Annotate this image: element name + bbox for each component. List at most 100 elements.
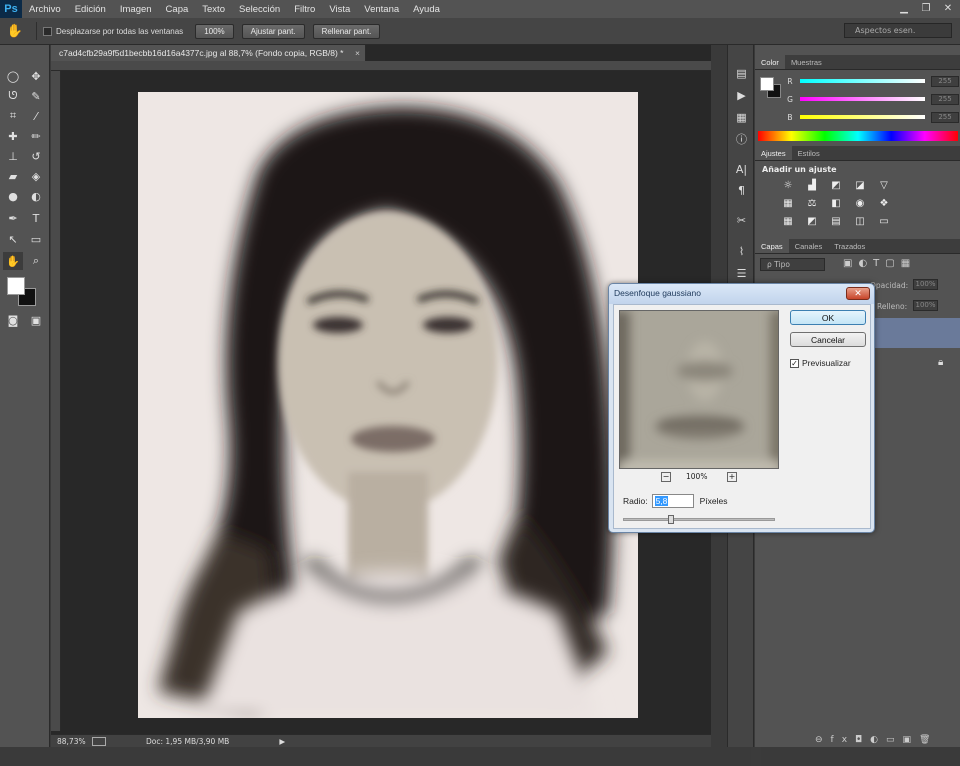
- history-panel-icon[interactable]: ▤: [733, 65, 750, 82]
- minimize-icon[interactable]: ▁: [896, 1, 912, 15]
- menu-ventana[interactable]: Ventana: [357, 4, 406, 15]
- menu-texto[interactable]: Texto: [195, 4, 232, 15]
- green-slider[interactable]: [800, 97, 925, 101]
- layer-filter-icons[interactable]: ▣◐T▢▦: [843, 258, 916, 269]
- channel-mixer-icon[interactable]: ❖: [876, 196, 892, 210]
- tab-channels[interactable]: Canales: [789, 239, 829, 253]
- zoom-out-button[interactable]: −: [661, 472, 671, 482]
- radius-slider-thumb[interactable]: [668, 515, 674, 524]
- radius-input[interactable]: 5,8: [651, 494, 694, 508]
- red-value[interactable]: 255: [931, 75, 959, 87]
- hue-saturation-icon[interactable]: ▦: [780, 196, 796, 210]
- menu-seleccion[interactable]: Selección: [232, 4, 287, 15]
- move-tool-icon[interactable]: ✥: [26, 67, 46, 85]
- paint-bucket-icon[interactable]: ◈: [26, 167, 46, 185]
- tab-color[interactable]: Color: [755, 55, 785, 69]
- hand-tool-icon[interactable]: ✋: [0, 18, 30, 45]
- eraser-icon[interactable]: ▰: [3, 167, 23, 185]
- red-slider[interactable]: [800, 79, 925, 83]
- menu-imagen[interactable]: Imagen: [113, 4, 159, 15]
- zoom-tool-icon[interactable]: ⌕: [26, 252, 46, 270]
- menu-archivo[interactable]: Archivo: [22, 4, 68, 15]
- exposure-icon[interactable]: ◪: [852, 178, 868, 192]
- blue-value[interactable]: 255: [931, 111, 959, 123]
- restore-icon[interactable]: ❐: [918, 1, 934, 15]
- zoom-in-button[interactable]: +: [727, 472, 737, 482]
- hand-tool-icon[interactable]: ✋: [3, 252, 23, 270]
- close-icon[interactable]: ✕: [940, 1, 956, 15]
- color-foreground-swatch[interactable]: [760, 77, 774, 91]
- crop-tool-icon[interactable]: ⌗: [3, 107, 23, 125]
- workspace-selector[interactable]: Aspectos esen.: [844, 23, 952, 38]
- marquee-tool-icon[interactable]: ◯: [3, 67, 23, 85]
- preview-checkbox[interactable]: ✓: [790, 358, 799, 368]
- layer-footer-icons[interactable]: ⊖fx◘◐▭▣🗑︎: [815, 735, 938, 745]
- paragraph-panel-icon[interactable]: ¶: [733, 182, 750, 199]
- gradient-map-icon[interactable]: ▭: [876, 214, 892, 228]
- status-icon[interactable]: [92, 736, 106, 746]
- preview-checkbox-row[interactable]: ✓ Previsualizar: [790, 358, 851, 368]
- radius-slider[interactable]: [623, 515, 775, 524]
- brush-tool-icon[interactable]: ✏: [26, 127, 46, 145]
- color-spectrum[interactable]: [758, 131, 958, 141]
- color-balance-icon[interactable]: ⚖: [804, 196, 820, 210]
- cancel-button[interactable]: Cancelar: [790, 332, 866, 347]
- ok-button[interactable]: OK: [790, 310, 866, 325]
- black-white-icon[interactable]: ◧: [828, 196, 844, 210]
- layer-filter-select[interactable]: ρ Tipo: [760, 258, 825, 271]
- document-canvas[interactable]: [138, 92, 638, 718]
- tab-layers[interactable]: Capas: [755, 239, 789, 253]
- tab-swatches[interactable]: Muestras: [785, 55, 828, 69]
- foreground-color-swatch[interactable]: [7, 277, 25, 295]
- tool-presets-icon[interactable]: ✂: [733, 212, 750, 229]
- screen-mode-icon[interactable]: ▣: [26, 311, 46, 329]
- fill-value[interactable]: 100%: [913, 300, 938, 311]
- path-select-icon[interactable]: ↖: [3, 230, 23, 248]
- menu-capa[interactable]: Capa: [159, 4, 196, 15]
- invert-icon[interactable]: ◩: [804, 214, 820, 228]
- brightness-icon[interactable]: ☼: [780, 178, 796, 192]
- blue-slider[interactable]: [800, 115, 925, 119]
- zoom-level[interactable]: 88,73%: [57, 737, 92, 746]
- curves-icon[interactable]: ◩: [828, 178, 844, 192]
- blur-tool-icon[interactable]: ●: [3, 187, 23, 205]
- tab-adjustments[interactable]: Ajustes: [755, 146, 792, 160]
- dodge-tool-icon[interactable]: ◐: [26, 187, 46, 205]
- healing-brush-icon[interactable]: ✚: [3, 127, 23, 145]
- quick-mask-icon[interactable]: ◙: [3, 311, 23, 329]
- menu-vista[interactable]: Vista: [322, 4, 357, 15]
- pen-tool-icon[interactable]: ✒: [3, 209, 23, 227]
- menu-ayuda[interactable]: Ayuda: [406, 4, 447, 15]
- scroll-all-checkbox[interactable]: [43, 26, 52, 36]
- menu-edicion[interactable]: Edición: [68, 4, 113, 15]
- play-arrow-icon[interactable]: ▶: [279, 737, 285, 746]
- zoom-100-button[interactable]: 100%: [195, 23, 234, 39]
- actions-panel-icon[interactable]: ▶: [733, 87, 750, 104]
- green-value[interactable]: 255: [931, 93, 959, 105]
- blur-preview[interactable]: [619, 310, 779, 469]
- eyedropper-icon[interactable]: ⁄: [26, 107, 46, 125]
- brush-presets-icon[interactable]: ☰: [733, 265, 750, 282]
- properties-panel-icon[interactable]: ▦: [733, 109, 750, 126]
- lasso-tool-icon[interactable]: ᘎ: [3, 87, 23, 105]
- dialog-close-button[interactable]: ✕: [846, 287, 870, 300]
- rectangle-tool-icon[interactable]: ▭: [26, 230, 46, 248]
- vibrance-icon[interactable]: ▽: [876, 178, 892, 192]
- info-panel-icon[interactable]: ⓘ: [733, 130, 750, 147]
- photo-filter-icon[interactable]: ◉: [852, 196, 868, 210]
- type-tool-icon[interactable]: T: [26, 209, 46, 227]
- tab-paths[interactable]: Trazados: [828, 239, 871, 253]
- tab-styles[interactable]: Estilos: [792, 146, 826, 160]
- fit-screen-button[interactable]: Ajustar pant.: [241, 23, 305, 39]
- history-brush-icon[interactable]: ↺: [26, 147, 46, 165]
- levels-icon[interactable]: ▟: [804, 178, 820, 192]
- tab-close-icon[interactable]: ×: [355, 45, 360, 61]
- document-tab[interactable]: c7ad4cfb29a9f5d1becbb16d16a4377c.jpg al …: [51, 45, 366, 61]
- color-lookup-icon[interactable]: ▦: [780, 214, 796, 228]
- quick-select-icon[interactable]: ✎: [26, 87, 46, 105]
- menu-filtro[interactable]: Filtro: [287, 4, 322, 15]
- clone-stamp-icon[interactable]: ⊥: [3, 147, 23, 165]
- threshold-icon[interactable]: ◫: [852, 214, 868, 228]
- character-panel-icon[interactable]: A|: [733, 161, 750, 178]
- brush-panel-icon[interactable]: ⌇: [733, 243, 750, 260]
